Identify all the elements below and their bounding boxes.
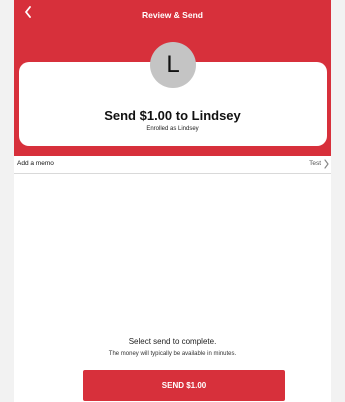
page-title: Review & Send [142,10,203,20]
send-summary: Send $1.00 to Lindsey [104,108,241,123]
avatar-initial: L [166,51,180,78]
enrolled-as-text: Enrolled as Lindsey [146,126,199,132]
memo-row[interactable]: Add a memo Test [14,156,331,174]
chevron-right-icon [324,159,329,169]
send-button[interactable]: SEND $1.00 [83,370,285,401]
send-instruction: Select send to complete. [128,337,217,346]
avatar: L [150,42,196,88]
availability-note: The money will typically be available in… [108,351,237,357]
memo-value: Test [309,160,321,167]
header: Review & Send L Send $1.00 to Lindsey En… [14,0,331,156]
memo-label: Add a memo [17,160,54,167]
review-send-screen: Review & Send L Send $1.00 to Lindsey En… [14,0,331,402]
